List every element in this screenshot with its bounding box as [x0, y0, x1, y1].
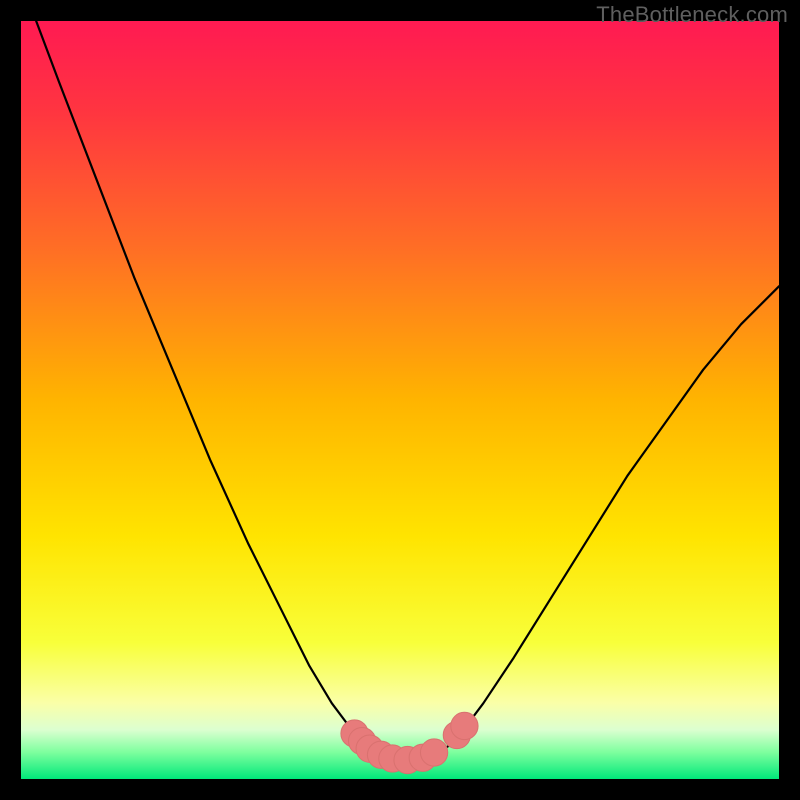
chart-svg — [21, 21, 779, 779]
chart-frame: TheBottleneck.com — [0, 0, 800, 800]
attribution-text: TheBottleneck.com — [596, 2, 788, 28]
plot-area — [21, 21, 779, 779]
curve-marker — [420, 739, 447, 766]
gradient-background — [21, 21, 779, 779]
curve-marker — [451, 712, 478, 739]
